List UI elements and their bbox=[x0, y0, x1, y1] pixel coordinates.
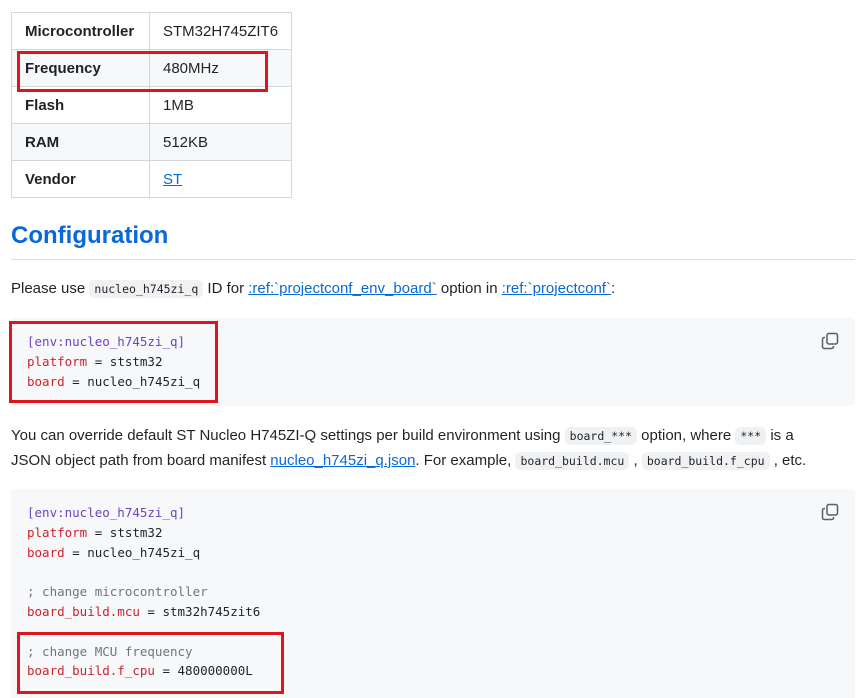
code-env-section: [env:nucleo_h745zi_q] bbox=[27, 505, 186, 520]
build-fcpu-code: board_build.f_cpu bbox=[641, 452, 770, 470]
vendor-link[interactable]: ST bbox=[163, 171, 182, 188]
code-content: [env:nucleo_h745zi_q] platform = ststm32… bbox=[11, 489, 855, 695]
config-paragraph: Please use nucleo_h745zi_q ID for :ref:`… bbox=[11, 276, 615, 302]
text: option, where bbox=[636, 427, 736, 444]
code-key: platform bbox=[27, 524, 88, 540]
code-content: [env:nucleo_h745zi_q] platform = ststm32… bbox=[11, 318, 855, 405]
spec-value: STM32H745ZIT6 bbox=[148, 12, 293, 50]
override-paragraph-line2: JSON object path from board manifest nuc… bbox=[11, 448, 806, 474]
code-env-section: [env:nucleo_h745zi_q] bbox=[27, 334, 186, 349]
spec-key: Vendor bbox=[11, 160, 150, 198]
spec-row: Frequency 480MHz bbox=[11, 49, 293, 87]
code-comment: ; change MCU frequency bbox=[27, 643, 193, 659]
section-heading: Configuration bbox=[11, 222, 169, 249]
spec-value: 1MB bbox=[148, 86, 293, 124]
code-key: board_build.mcu bbox=[27, 603, 140, 619]
board-manifest-link[interactable]: nucleo_h745zi_q.json bbox=[270, 452, 415, 469]
spec-value: ST bbox=[148, 160, 293, 198]
text: Please use bbox=[11, 280, 90, 297]
projectconf-env-board-link[interactable]: :ref:`projectconf_env_board` bbox=[248, 280, 436, 297]
board-id-code: nucleo_h745zi_q bbox=[89, 280, 204, 298]
text: . For example, bbox=[415, 452, 516, 469]
spec-key: Flash bbox=[11, 86, 150, 124]
code-value: = ststm32 bbox=[87, 524, 163, 540]
text: , bbox=[629, 452, 642, 469]
spec-row: Microcontroller STM32H745ZIT6 bbox=[11, 12, 293, 50]
spec-row: RAM 512KB bbox=[11, 123, 293, 161]
text: is a bbox=[766, 427, 794, 444]
code-block-advanced: [env:nucleo_h745zi_q] platform = ststm32… bbox=[11, 489, 855, 698]
board-option-code: board_*** bbox=[564, 427, 637, 445]
copy-icon[interactable] bbox=[821, 503, 839, 521]
build-mcu-code: board_build.mcu bbox=[515, 452, 630, 470]
override-paragraph: You can override default ST Nucleo H745Z… bbox=[11, 423, 794, 449]
spec-key: Frequency bbox=[11, 49, 150, 87]
spec-value: 480MHz bbox=[148, 49, 293, 87]
code-value: = ststm32 bbox=[87, 353, 163, 369]
specs-table: Microcontroller STM32H745ZIT6 Frequency … bbox=[11, 12, 293, 198]
code-key: board bbox=[27, 373, 65, 389]
spec-row: Flash 1MB bbox=[11, 86, 293, 124]
spec-value: 512KB bbox=[148, 123, 293, 161]
projectconf-link[interactable]: :ref:`projectconf` bbox=[502, 280, 611, 297]
code-value: = 480000000L bbox=[154, 663, 253, 679]
spec-row: Vendor ST bbox=[11, 160, 293, 198]
text: : bbox=[610, 280, 616, 297]
heading-divider bbox=[11, 259, 855, 260]
code-key: platform bbox=[27, 353, 88, 369]
text: ID for bbox=[203, 280, 249, 297]
code-value: = stm32h745zit6 bbox=[139, 603, 261, 619]
wildcard-code: *** bbox=[735, 427, 767, 445]
code-key: board_build.f_cpu bbox=[27, 663, 155, 679]
spec-key: RAM bbox=[11, 123, 150, 161]
text: JSON object path from board manifest bbox=[11, 452, 271, 469]
code-comment: ; change microcontroller bbox=[27, 584, 208, 600]
code-value: = nucleo_h745zi_q bbox=[64, 544, 201, 560]
text: You can override default ST Nucleo H745Z… bbox=[11, 427, 565, 444]
text: option in bbox=[436, 280, 502, 297]
code-block-basic: [env:nucleo_h745zi_q] platform = ststm32… bbox=[11, 318, 855, 406]
text: , etc. bbox=[769, 452, 807, 469]
code-value: = nucleo_h745zi_q bbox=[64, 373, 201, 389]
code-key: board bbox=[27, 544, 65, 560]
spec-key: Microcontroller bbox=[11, 12, 150, 50]
copy-icon[interactable] bbox=[821, 332, 839, 350]
